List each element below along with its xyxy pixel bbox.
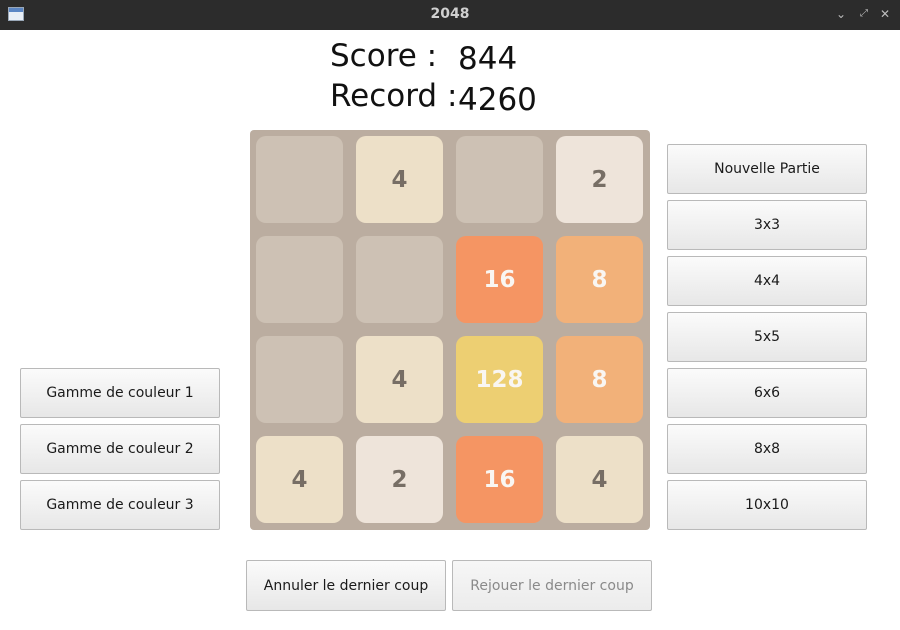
window-title: 2048: [430, 6, 470, 22]
minimize-icon[interactable]: ⌄: [833, 5, 849, 23]
grid-size-button[interactable]: 6x6: [667, 368, 867, 418]
close-icon[interactable]: ✕: [877, 5, 893, 23]
color-scheme-button[interactable]: Gamme de couleur 3: [20, 480, 220, 530]
score-value: 844: [458, 41, 518, 77]
color-scheme-button[interactable]: Gamme de couleur 1: [20, 368, 220, 418]
grid-size-button[interactable]: 8x8: [667, 424, 867, 474]
tile: 4: [256, 436, 343, 523]
empty-cell: [256, 236, 343, 323]
title-bar: 2048 ⌄ ⤢ ✕: [0, 0, 900, 30]
empty-cell: [456, 136, 543, 223]
tile: 4: [556, 436, 643, 523]
new-game-button[interactable]: Nouvelle Partie: [667, 144, 867, 194]
game-board[interactable]: 4 2 16 8 4 128 8 4 2 16 4: [250, 130, 650, 530]
empty-cell: [356, 236, 443, 323]
tile: 16: [456, 436, 543, 523]
tile: 128: [456, 336, 543, 423]
grid-size-button[interactable]: 10x10: [667, 480, 867, 530]
empty-cell: [256, 336, 343, 423]
redo-button[interactable]: Rejouer le dernier coup: [452, 560, 652, 611]
empty-cell: [256, 136, 343, 223]
score-label: Score :: [330, 38, 438, 74]
record-label: Record :: [330, 78, 458, 114]
grid-size-button[interactable]: 3x3: [667, 200, 867, 250]
tile: 4: [356, 136, 443, 223]
record-value: 4260: [458, 82, 537, 118]
tile: 8: [556, 336, 643, 423]
color-scheme-button[interactable]: Gamme de couleur 2: [20, 424, 220, 474]
tile: 2: [356, 436, 443, 523]
tile: 2: [556, 136, 643, 223]
undo-button[interactable]: Annuler le dernier coup: [246, 560, 446, 611]
tile: 4: [356, 336, 443, 423]
grid-size-button[interactable]: 4x4: [667, 256, 867, 306]
grid-size-button[interactable]: 5x5: [667, 312, 867, 362]
tile: 16: [456, 236, 543, 323]
tile: 8: [556, 236, 643, 323]
maximize-icon[interactable]: ⤢: [856, 5, 872, 23]
